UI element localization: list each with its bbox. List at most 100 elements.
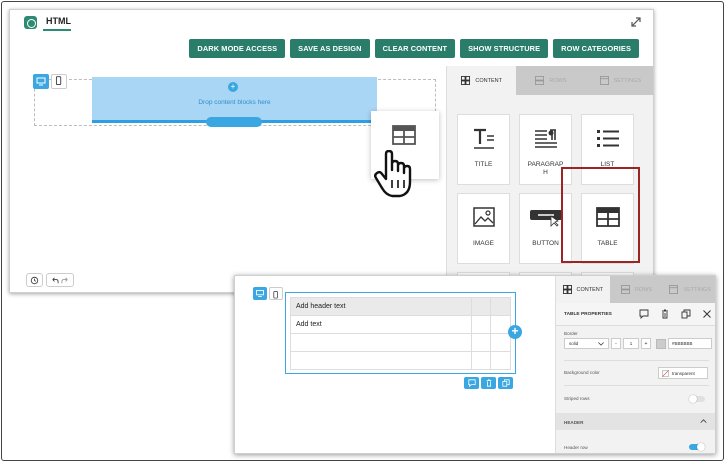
header-section-title: HEADER [564,420,584,425]
expand-icon[interactable] [631,17,641,27]
rows-icon [535,76,545,85]
add-block-icon[interactable]: + [228,82,238,92]
paragraph-icon [534,129,557,148]
title-bar: HTML [10,10,653,34]
divider [564,385,709,386]
duplicate-button[interactable] [498,377,513,389]
button-icon [529,210,562,227]
grid-icon [562,285,572,294]
table-cell[interactable] [490,351,511,370]
show-structure-button[interactable]: SHOW STRUCTURE [460,39,549,58]
border-controls: solid - 1 + #BBBBBB [564,338,712,349]
increment-button[interactable]: + [641,338,651,349]
hand-cursor-icon [374,150,412,198]
block-title[interactable]: TITLE [457,114,510,185]
table-row: Add text [290,315,511,334]
desktop-view-toggle[interactable] [33,74,49,89]
table-cell[interactable] [470,333,492,352]
undo-icon[interactable] [50,276,59,285]
trash-icon [486,379,491,387]
row-categories-button[interactable]: ROW CATEGORIES [553,39,639,58]
comment-button[interactable] [464,377,479,389]
chevron-up-icon[interactable] [700,419,707,423]
settings-icon [669,285,679,294]
table-block[interactable]: Add header text Add text [285,292,516,374]
border-style-select[interactable]: solid [564,338,609,349]
background-color-label: Background color [564,370,600,375]
history-button[interactable] [26,273,43,287]
list-icon [596,130,619,147]
close-button[interactable] [701,308,713,320]
header-section[interactable]: HEADER [556,413,715,430]
tab-settings-label: SETTINGS [613,77,642,84]
delete-button[interactable] [659,308,671,320]
delete-button[interactable] [481,377,496,389]
background-color-value: transparent [672,370,695,376]
tab-settings[interactable]: SETTINGS [663,276,715,303]
border-style-value: solid [569,341,579,346]
settings-icon [599,76,609,85]
drop-zone[interactable]: + Drop content blocks here [92,77,377,127]
block-title-label: TITLE [474,161,493,168]
table-header-row: Add header text [290,297,511,316]
row-handle[interactable] [206,117,262,127]
border-color-swatch[interactable] [656,338,666,349]
history-icon [30,276,39,284]
editor-window-bottom: Add header text Add text + CONTENT ROWS … [234,275,716,454]
table-cell[interactable] [470,351,492,370]
history-controls [26,273,74,287]
duplicate-button[interactable] [680,308,692,320]
border-color-input[interactable]: #BBBBBB [668,338,712,349]
block-image[interactable]: IMAGE [457,193,510,264]
table-cell[interactable]: Add text [290,315,472,334]
tab-rows[interactable]: ROWS [516,66,586,95]
copy-icon [681,309,691,319]
properties-actions [638,308,713,320]
mobile-view-toggle[interactable] [269,287,283,300]
block-image-label: IMAGE [473,240,494,247]
mobile-view-toggle[interactable] [51,74,67,89]
grid-icon [461,76,471,85]
app-logo-icon [24,16,37,29]
table-header-cell[interactable] [490,297,511,316]
striped-rows-toggle[interactable] [689,395,705,403]
header-row-toggle[interactable] [689,443,705,451]
redo-icon[interactable] [61,276,70,285]
properties-header: TABLE PROPERTIES [556,303,715,326]
title-icon [473,128,494,149]
tab-settings[interactable]: SETTINGS [585,66,653,95]
dark-mode-access-button[interactable]: DARK MODE ACCESS [189,39,286,58]
table-cell[interactable] [290,351,472,370]
header-row-label: Header row [564,445,588,450]
tab-rows-label: ROWS [549,77,567,84]
tab-content[interactable]: CONTENT [447,66,517,95]
border-width-input[interactable]: 1 [623,338,639,349]
table-cell[interactable] [290,333,472,352]
mobile-icon [273,291,278,299]
toggle-knob [697,443,705,451]
table-row [290,333,511,352]
toggle-knob [689,395,697,403]
table-row [290,351,511,370]
decrement-button[interactable]: - [611,338,621,349]
clear-content-button[interactable]: CLEAR CONTENT [374,39,456,58]
add-column-button[interactable]: + [508,325,522,339]
divider [564,360,709,361]
save-as-design-button[interactable]: SAVE AS DESIGN [290,39,370,58]
table-cell[interactable] [490,333,511,352]
tab-settings-label: SETTINGS [683,286,711,293]
drop-zone-text: Drop content blocks here [198,99,271,106]
comment-icon [467,379,476,387]
close-icon [703,310,711,318]
table-cell[interactable] [470,315,492,334]
comment-button[interactable] [638,308,650,320]
app-title-underline [43,29,71,31]
tab-content-label: CONTENT [576,286,604,293]
desktop-view-toggle[interactable] [253,287,267,300]
table-header-cell[interactable] [470,297,492,316]
tab-rows[interactable]: ROWS [609,276,664,303]
tab-content[interactable]: CONTENT [556,276,610,303]
table-grid: Add header text Add text [290,297,511,370]
background-color-input[interactable]: transparent [658,367,708,379]
table-header-cell[interactable]: Add header text [290,297,472,316]
